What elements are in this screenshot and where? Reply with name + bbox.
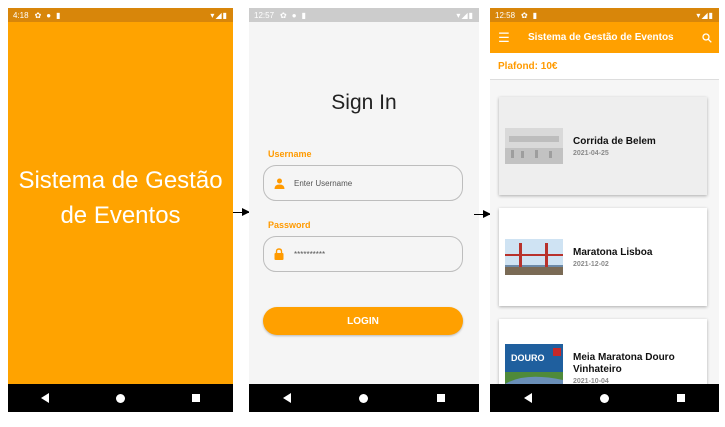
plafond-balance: Plafond: 10€ [490,53,719,80]
shield-icon: ● [291,10,297,20]
splash-title: Sistema de Gestão de Eventos [8,163,233,233]
sd-card-icon: ▮ [56,10,61,20]
login-button[interactable]: LOGIN [263,307,463,335]
back-icon[interactable] [283,393,292,403]
event-title: Corrida de Belem [573,135,656,147]
sd-card-icon: ▮ [532,10,538,20]
app-bar: ☰ Sistema de Gestão de Eventos [490,22,719,53]
signin-screen: 12:57 ✿ ● ▮ ▾◢▮ Sign In Username Enter U… [249,8,479,412]
username-placeholder: Enter Username [294,178,353,188]
search-icon[interactable] [695,32,719,43]
nav-bar [8,384,233,412]
thumbnail-caption: DOURO [511,353,545,363]
flow-arrow [233,208,250,216]
event-date: 2021-04-25 [573,149,609,157]
signal-battery-icon: ▾◢▮ [696,10,714,20]
signal-battery-icon: ▾◢▮ [210,10,228,20]
signal-battery-icon: ▾◢▮ [456,10,474,20]
menu-icon[interactable]: ☰ [490,30,518,46]
app-title: Sistema de Gestão de Eventos [528,32,674,43]
event-thumbnail [505,239,563,275]
lock-icon [272,247,286,261]
event-title: Meia Maratona Douro Vinhateiro [573,351,675,375]
nav-bar [249,384,479,412]
settings-icon: ✿ [521,10,528,20]
status-bar: 12:57 ✿ ● ▮ ▾◢▮ [249,8,479,22]
sd-card-icon: ▮ [301,10,306,20]
home-icon[interactable] [115,393,125,403]
status-time: 4:18 [13,10,29,20]
username-label: Username [268,149,312,159]
status-bar: 4:18 ✿ ● ▮ ▾◢▮ [8,8,233,22]
password-label: Password [268,220,311,230]
settings-icon: ✿ [34,10,42,20]
recents-icon[interactable] [436,394,445,402]
back-icon[interactable] [41,393,50,403]
status-bar: 12:58 ✿ ▮ ▾◢▮ [490,8,719,22]
status-time: 12:58 [495,10,516,20]
recents-icon[interactable] [677,394,685,402]
event-date: 2021-12-02 [573,260,609,268]
page-title: Sign In [331,91,397,114]
person-icon [272,176,286,190]
password-field[interactable]: ********** [263,236,463,272]
settings-icon: ✿ [280,10,287,20]
shield-icon: ● [46,10,52,20]
splash-title-line1: Sistema de Gestão [18,167,223,194]
home-icon[interactable] [359,393,369,403]
event-title: Maratona Lisboa [573,246,653,258]
events-screen: 12:58 ✿ ▮ ▾◢▮ ☰ Sistema de Gestão de Eve… [490,8,719,412]
username-field[interactable]: Enter Username [263,165,463,201]
password-value: ********** [294,249,326,259]
recents-icon[interactable] [191,394,200,402]
status-time: 12:57 [254,10,275,20]
event-thumbnail [505,128,563,164]
flow-arrow [474,210,491,218]
splash-screen: 4:18 ✿ ● ▮ ▾◢▮ Sistema de Gestão de Even… [8,8,233,412]
nav-bar [490,384,719,412]
back-icon[interactable] [524,393,532,403]
event-card[interactable]: Maratona Lisboa 2021-12-02 [499,208,707,306]
home-icon[interactable] [600,393,609,403]
splash-title-line2: de Eventos [60,202,181,229]
event-card[interactable]: Corrida de Belem 2021-04-25 [499,97,707,195]
